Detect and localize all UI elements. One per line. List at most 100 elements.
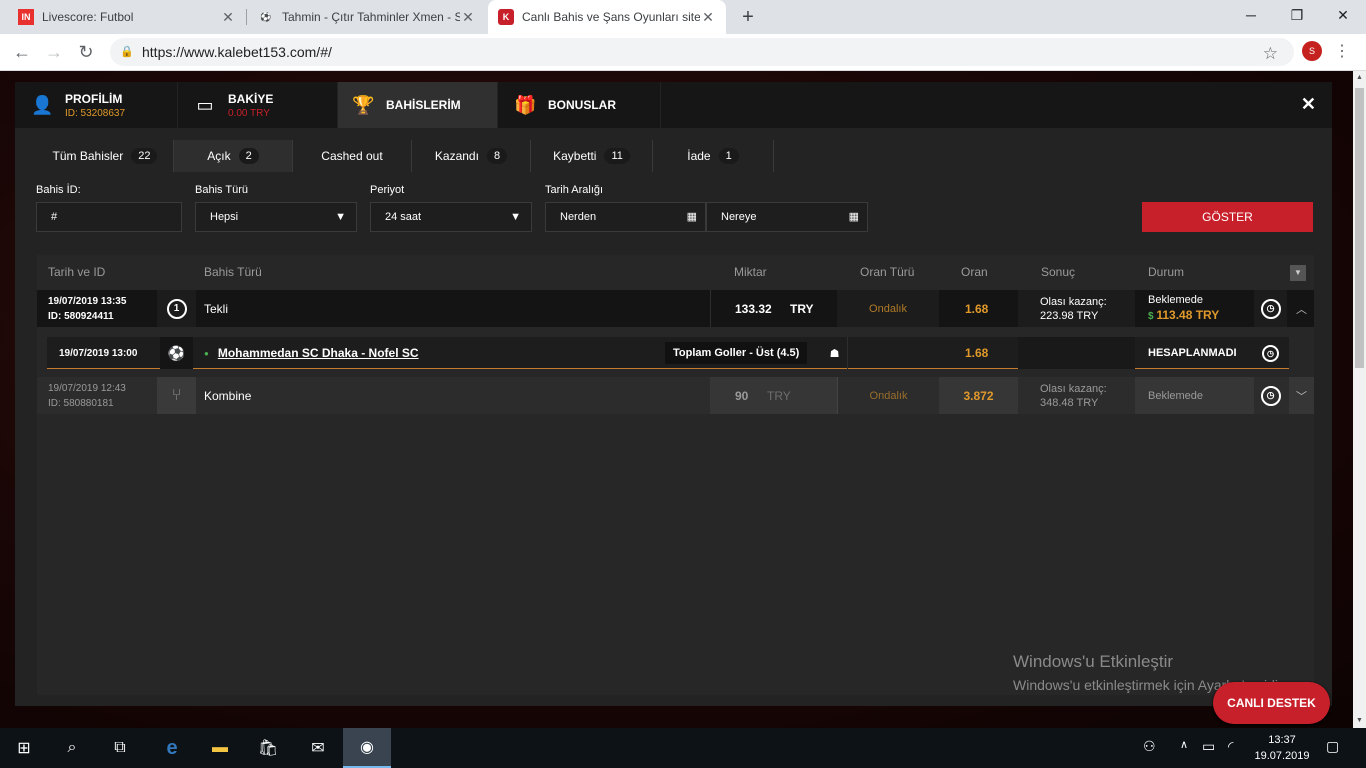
- header-result: Sonuç: [1041, 265, 1076, 279]
- browser-menu-icon[interactable]: ⋮: [1334, 41, 1350, 61]
- address-bar[interactable]: 🔒 https://www.kalebet153.com/#/ ☆: [110, 38, 1294, 66]
- new-tab-plus-icon[interactable]: +: [738, 5, 758, 29]
- match-link[interactable]: Mohammedan SC Dhaka - Nofel SC: [218, 346, 419, 360]
- bookmark-star-icon[interactable]: ☆: [1263, 44, 1278, 64]
- filter-count: 22: [131, 148, 158, 164]
- windows-start-icon[interactable]: ⊞: [0, 728, 48, 768]
- task-view-icon[interactable]: ⧉: [96, 728, 144, 768]
- clock-icon: ◷: [1260, 385, 1281, 406]
- mail-icon[interactable]: ✉: [294, 728, 342, 768]
- tab-title: Livescore: Futbol: [42, 10, 134, 24]
- live-support-button[interactable]: CANLI DESTEK: [1213, 682, 1330, 724]
- page-scrollbar[interactable]: ▲ ▼: [1353, 71, 1366, 728]
- scroll-down-icon[interactable]: ▼: [1353, 714, 1366, 728]
- wifi-icon[interactable]: ◜: [1228, 738, 1233, 755]
- period-select[interactable]: 24 saat ▼: [370, 202, 532, 232]
- battery-icon[interactable]: ▭: [1202, 738, 1215, 755]
- browser-tab-kalebet[interactable]: K Canlı Bahis ve Şans Oyunları sitesi ✕: [488, 0, 726, 34]
- action-center-icon[interactable]: ▢: [1326, 738, 1339, 755]
- show-hidden-icons-icon[interactable]: ∧: [1180, 738, 1188, 751]
- bet-id-input[interactable]: #: [36, 202, 182, 232]
- filter-open[interactable]: Açık 2: [174, 140, 293, 172]
- file-explorer-icon[interactable]: ▬: [196, 728, 244, 768]
- header-date-id: Tarih ve ID: [48, 265, 106, 279]
- bonus-label: BONUSLAR: [548, 98, 616, 112]
- header-odds: Oran: [961, 265, 988, 279]
- header-bet-type: Bahis Türü: [204, 265, 262, 279]
- date-from-input[interactable]: Nerden ▦: [545, 202, 706, 232]
- tab-my-bets[interactable]: 🏆 BAHİSLERİM: [338, 82, 497, 128]
- nav-filler: [661, 82, 1332, 128]
- reload-icon[interactable]: ↻: [74, 40, 98, 64]
- filter-filler: [774, 140, 1313, 172]
- clock-date: 19.07.2019: [1254, 750, 1310, 762]
- profile-avatar[interactable]: S: [1302, 41, 1322, 61]
- bet-amount: 90: [735, 388, 749, 403]
- show-button[interactable]: GÖSTER: [1142, 202, 1313, 232]
- bet-amount: 133.32: [735, 301, 772, 316]
- odds-value: 1.68: [965, 301, 989, 316]
- date-range-label: Tarih Aralığı: [545, 184, 604, 196]
- filter-lost[interactable]: Kaybetti 11: [531, 140, 653, 172]
- calendar-icon[interactable]: ▦: [687, 210, 697, 223]
- livescore-favicon-icon: IN: [18, 9, 34, 25]
- scroll-up-icon[interactable]: ▲: [1353, 71, 1366, 85]
- filter-won[interactable]: Kazandı 8: [412, 140, 531, 172]
- odds-type: Ondalık: [869, 389, 908, 402]
- info-icon[interactable]: ☗: [822, 337, 847, 369]
- people-icon[interactable]: ⚇: [1143, 738, 1156, 755]
- minimize-icon[interactable]: ─: [1228, 0, 1274, 30]
- filter-label: Cashed out: [321, 149, 383, 163]
- bet-type: Kombine: [204, 388, 252, 403]
- scroll-thumb[interactable]: [1355, 88, 1364, 368]
- detail-odds: 1.68: [965, 346, 989, 360]
- filter-cashed-out[interactable]: Cashed out: [293, 140, 412, 172]
- filter-count: 8: [486, 148, 508, 164]
- collapse-chevron-icon[interactable]: ︿: [1289, 290, 1314, 327]
- tab-balance[interactable]: ▭ BAKİYE 0.00 TRY: [178, 82, 337, 128]
- profile-label: PROFİLİM: [65, 91, 123, 106]
- close-tab-icon[interactable]: ✕: [700, 9, 716, 26]
- browser-tab-livescore[interactable]: IN Livescore: Futbol ✕: [8, 0, 246, 34]
- close-tab-icon[interactable]: ✕: [460, 9, 476, 26]
- expand-chevron-icon[interactable]: ﹀: [1289, 377, 1314, 414]
- bet-currency: TRY: [767, 388, 791, 403]
- chrome-taskbar-icon[interactable]: ◉: [343, 728, 391, 768]
- bet-type-select[interactable]: Hepsi ▼: [195, 202, 357, 232]
- edge-browser-icon[interactable]: e: [148, 728, 196, 768]
- filter-label: İade: [687, 149, 711, 163]
- date-to-input[interactable]: Nereye ▦: [706, 202, 868, 232]
- tab-title: Tahmin - Çıtır Tahminler Xmen - S: [282, 10, 460, 24]
- store-icon[interactable]: 🛍: [244, 728, 292, 768]
- soccer-ball-icon: ⚽: [167, 344, 186, 361]
- browser-tab-tahmin[interactable]: ⚽ Tahmin - Çıtır Tahminler Xmen - S ✕: [248, 0, 486, 34]
- clock-icon: ◷: [1260, 298, 1281, 319]
- bet-id: ID: 580924411: [48, 310, 114, 322]
- url-text: https://www.kalebet153.com/#/: [142, 44, 332, 60]
- taskbar-clock[interactable]: 13:37 19.07.2019: [1252, 732, 1312, 764]
- status-text: Beklemede: [1148, 294, 1204, 306]
- filter-all[interactable]: Tüm Bahisler 22: [37, 140, 174, 172]
- close-modal-icon[interactable]: ✕: [1301, 94, 1316, 115]
- forward-arrow-icon[interactable]: →: [42, 40, 66, 64]
- table-row[interactable]: 19/07/2019 13:35 ID: 580924411 1 Tekli 1…: [37, 290, 1314, 327]
- clock-icon: ◷: [1262, 344, 1279, 362]
- filter-label: Tüm Bahisler: [52, 149, 124, 163]
- search-icon[interactable]: ⌕: [48, 728, 96, 768]
- calendar-icon[interactable]: ▦: [849, 210, 859, 223]
- back-arrow-icon[interactable]: ←: [10, 40, 34, 64]
- tab-bonuses[interactable]: 🎁 BONUSLAR: [498, 82, 660, 128]
- filter-refund[interactable]: İade 1: [653, 140, 774, 172]
- gift-icon: 🎁: [514, 95, 537, 115]
- close-tab-icon[interactable]: ✕: [220, 9, 236, 26]
- restore-icon[interactable]: ❐: [1274, 0, 1320, 30]
- detail-status: HESAPLANMADI: [1148, 347, 1237, 359]
- table-row[interactable]: 19/07/2019 12:43 ID: 580880181 ⑂ Kombine…: [37, 377, 1314, 414]
- browser-tab-strip: IN Livescore: Futbol ✕ ⚽ Tahmin - Çıtır …: [0, 0, 1366, 34]
- tab-profile[interactable]: 👤 PROFİLİM ID: 53208637: [15, 82, 177, 128]
- window-close-icon[interactable]: ✕: [1320, 0, 1366, 30]
- expand-all-icon[interactable]: ▼: [1290, 265, 1306, 281]
- bet-type: Tekli: [204, 301, 229, 316]
- bet-date: 19/07/2019 12:43: [48, 382, 126, 394]
- period-value: 24 saat: [385, 211, 422, 223]
